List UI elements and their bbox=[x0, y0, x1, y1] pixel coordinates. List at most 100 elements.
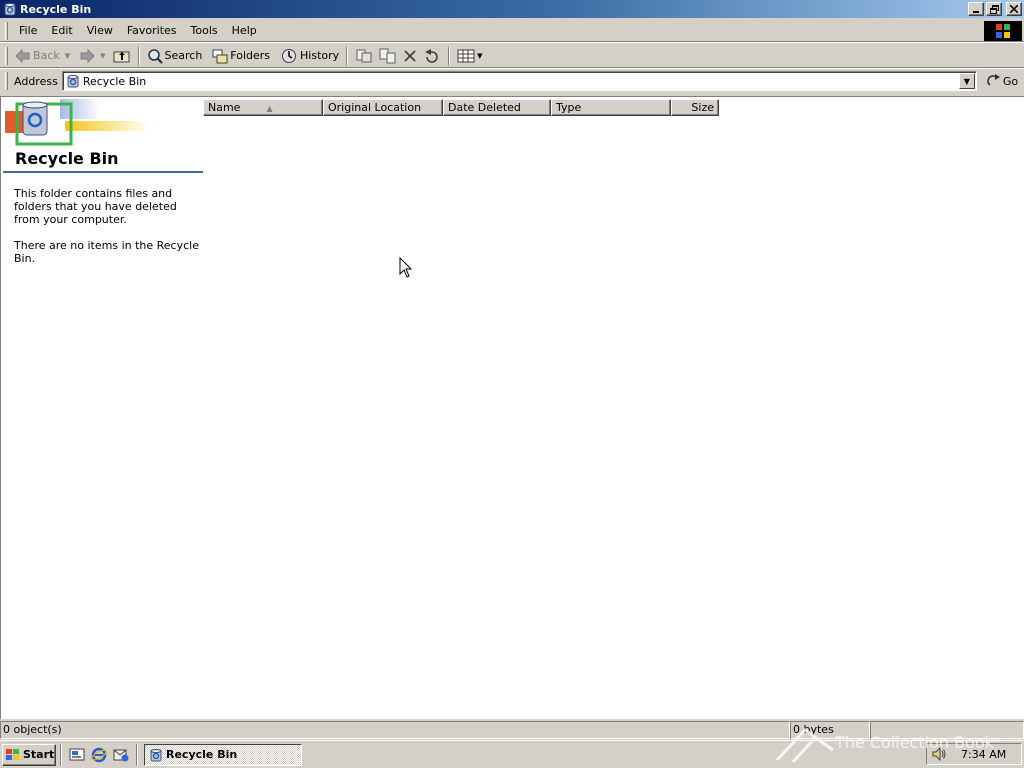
status-zone bbox=[870, 721, 1024, 739]
column-size-label: Size bbox=[691, 101, 714, 114]
recycle-bin-icon bbox=[4, 3, 16, 16]
folders-button[interactable]: Folders bbox=[209, 45, 273, 67]
windows-logo bbox=[984, 21, 1022, 41]
move-to-button[interactable] bbox=[352, 45, 376, 67]
system-tray: 7:34 AM bbox=[926, 743, 1022, 765]
outlook-express-icon bbox=[113, 749, 129, 761]
column-header-name[interactable]: Name ▲ bbox=[203, 99, 323, 116]
toolbar-separator bbox=[346, 46, 349, 65]
search-icon bbox=[147, 48, 163, 64]
folders-icon bbox=[212, 49, 228, 63]
status-bar: 0 object(s) 0 bytes bbox=[0, 721, 1024, 740]
close-button[interactable] bbox=[1006, 2, 1022, 16]
pane-empty-message: There are no items in the Recycle Bin. bbox=[14, 239, 199, 265]
toolbar-grip[interactable] bbox=[5, 46, 8, 65]
history-icon bbox=[282, 48, 297, 63]
address-label: Address bbox=[14, 74, 58, 88]
quicklaunch-outlook-express[interactable] bbox=[110, 744, 132, 766]
pane-divider bbox=[3, 171, 203, 173]
minimize-icon bbox=[973, 11, 979, 13]
windows-flag-icon bbox=[6, 748, 19, 760]
back-label: Back bbox=[33, 49, 60, 62]
file-list[interactable]: Name ▲ Original Location Date Deleted Typ… bbox=[203, 99, 1023, 718]
column-header-original-location[interactable]: Original Location bbox=[323, 99, 443, 116]
menu-file[interactable]: File bbox=[12, 22, 44, 40]
address-bar: Address Recycle Bin ▼ Go bbox=[0, 69, 1024, 93]
title-bar[interactable]: Recycle Bin bbox=[0, 0, 1024, 18]
pane-description: This folder contains files and folders t… bbox=[14, 187, 177, 226]
menubar-grip[interactable] bbox=[5, 21, 8, 40]
folders-label: Folders bbox=[230, 49, 271, 62]
chevron-down-icon: ▼ bbox=[963, 76, 970, 86]
copy-to-icon bbox=[379, 48, 396, 63]
forward-button[interactable] bbox=[76, 45, 98, 67]
taskbar-item-recycle-bin[interactable]: Recycle Bin bbox=[144, 743, 302, 766]
start-button[interactable]: Start bbox=[2, 743, 56, 766]
status-object-count: 0 object(s) bbox=[0, 721, 790, 739]
history-label: History bbox=[300, 49, 340, 62]
menu-tools[interactable]: Tools bbox=[184, 22, 225, 40]
pane-title: Recycle Bin bbox=[15, 149, 119, 168]
menu-edit[interactable]: Edit bbox=[44, 22, 79, 40]
back-arrow-icon bbox=[15, 48, 30, 63]
up-folder-button[interactable] bbox=[110, 45, 134, 67]
menu-view[interactable]: View bbox=[80, 22, 120, 40]
forward-dropdown-icon[interactable]: ▼ bbox=[100, 52, 105, 60]
history-button[interactable]: History bbox=[277, 45, 342, 67]
address-dropdown-button[interactable]: ▼ bbox=[958, 73, 975, 89]
standard-toolbar: Back ▼ ▼ Search Folders History ▼ bbox=[0, 44, 1024, 68]
go-label: Go bbox=[1002, 74, 1019, 88]
quicklaunch-show-desktop[interactable] bbox=[66, 744, 88, 766]
toolbar-separator bbox=[137, 46, 140, 65]
window-title: Recycle Bin bbox=[20, 2, 92, 16]
search-button[interactable]: Search bbox=[144, 45, 206, 67]
column-date-deleted-label: Date Deleted bbox=[448, 101, 521, 114]
recycle-bin-icon bbox=[150, 748, 162, 761]
clock[interactable]: 7:34 AM bbox=[961, 748, 1006, 761]
address-value: Recycle Bin bbox=[82, 74, 147, 88]
windows-flag-icon bbox=[996, 24, 1010, 38]
mouse-pointer-icon bbox=[399, 257, 413, 278]
go-button[interactable]: Go bbox=[987, 74, 1018, 88]
go-arrow-icon bbox=[987, 74, 1000, 86]
show-desktop-icon bbox=[69, 748, 85, 760]
column-type-label: Type bbox=[556, 101, 582, 114]
taskbar-separator bbox=[136, 743, 138, 766]
restore-icon bbox=[989, 4, 999, 14]
menu-help[interactable]: Help bbox=[225, 22, 264, 40]
search-label: Search bbox=[164, 49, 203, 62]
menu-bar: File Edit View Favorites Tools Help bbox=[0, 20, 1024, 42]
copy-to-button[interactable] bbox=[376, 45, 400, 67]
undo-icon bbox=[425, 48, 438, 63]
taskbar-item-label: Recycle Bin bbox=[166, 748, 238, 761]
move-to-icon bbox=[356, 49, 372, 62]
delete-x-icon bbox=[404, 49, 416, 62]
column-name-label: Name bbox=[208, 101, 241, 114]
back-dropdown-icon[interactable]: ▼ bbox=[65, 52, 70, 60]
taskbar: Start Recycle Bin 7:34 AM bbox=[0, 740, 1024, 768]
column-header-size[interactable]: Size bbox=[671, 99, 719, 116]
sort-ascending-icon: ▲ bbox=[266, 104, 273, 113]
forward-arrow-icon bbox=[80, 48, 95, 63]
addressbar-grip[interactable] bbox=[5, 72, 8, 90]
up-folder-icon bbox=[113, 51, 129, 62]
views-dropdown-icon: ▼ bbox=[477, 51, 483, 60]
restore-button[interactable] bbox=[986, 2, 1002, 16]
webview-info-pane: Recycle Bin This folder contains files a… bbox=[2, 97, 203, 297]
delete-button[interactable] bbox=[400, 45, 420, 67]
menu-favorites[interactable]: Favorites bbox=[120, 22, 184, 40]
minimize-button[interactable] bbox=[968, 2, 984, 16]
recycle-bin-icon bbox=[67, 75, 79, 88]
back-button[interactable]: Back bbox=[12, 45, 63, 67]
close-icon bbox=[1010, 5, 1018, 13]
quicklaunch-internet-explorer[interactable] bbox=[88, 744, 110, 766]
column-header-type[interactable]: Type bbox=[551, 99, 671, 116]
views-button[interactable]: ▼ bbox=[454, 45, 485, 67]
undo-button[interactable] bbox=[420, 45, 444, 67]
toolbar-separator bbox=[448, 46, 451, 65]
column-header-date-deleted[interactable]: Date Deleted bbox=[443, 99, 551, 116]
address-input[interactable]: Recycle Bin ▼ bbox=[61, 71, 977, 91]
explorer-content: Recycle Bin This folder contains files a… bbox=[0, 96, 1024, 719]
views-icon bbox=[457, 49, 475, 62]
volume-icon[interactable] bbox=[931, 747, 947, 761]
